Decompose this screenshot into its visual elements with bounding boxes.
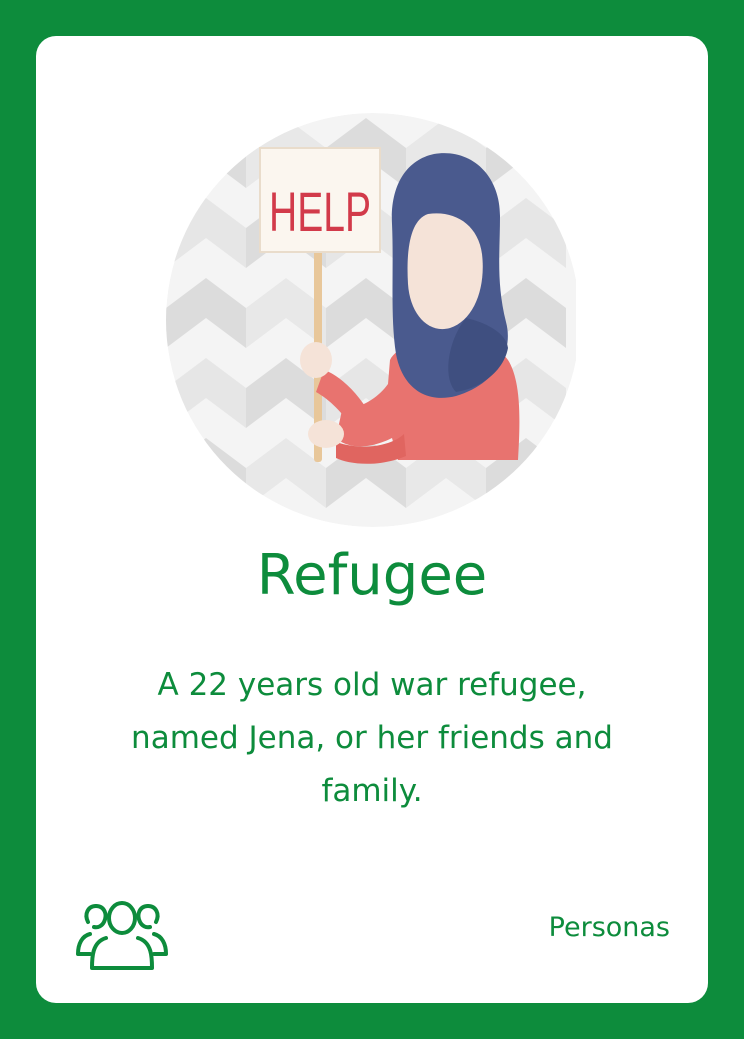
card-description: A 22 years old war refugee, named Jena, … [131,667,613,809]
refugee-illustration: HELP [166,113,576,527]
help-sign: HELP [259,147,381,253]
persona-card: HELP Refugee A 22 years old war refugee,… [36,36,708,1003]
upper-hand [300,342,332,378]
sign-text: HELP [269,180,371,243]
category-label: Personas [548,912,670,943]
lower-hand [308,420,344,448]
card-title: Refugee [256,543,488,608]
people-group-icon [76,901,168,970]
